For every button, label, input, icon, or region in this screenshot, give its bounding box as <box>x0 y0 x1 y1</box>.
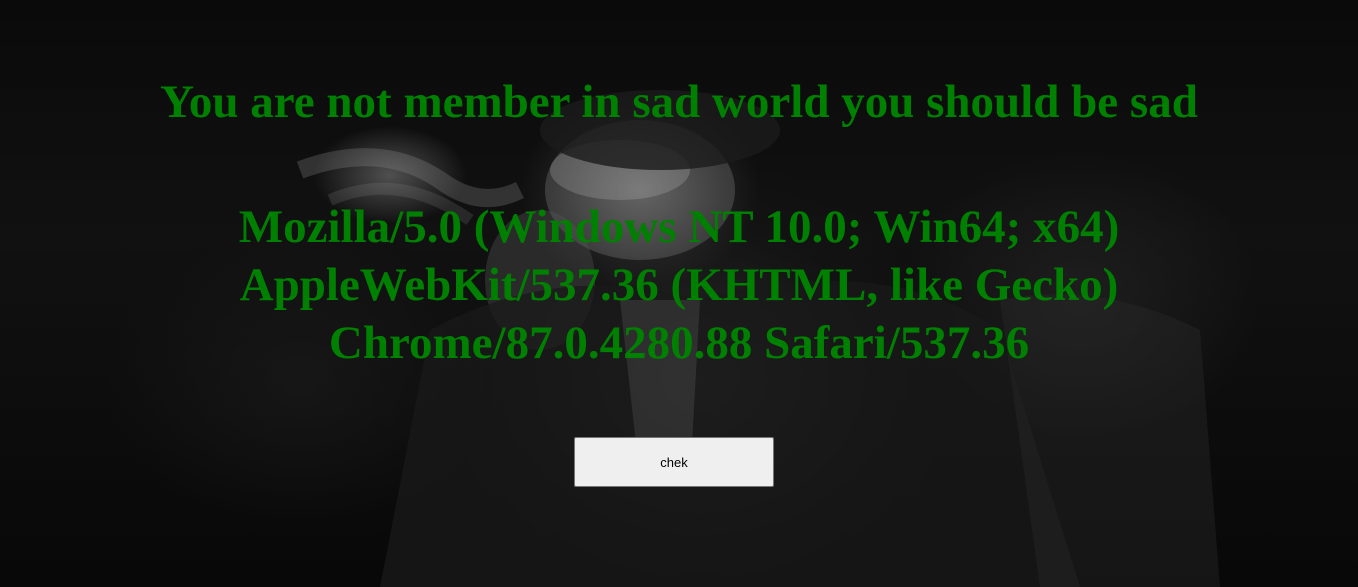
page-title: You are not member in sad world you shou… <box>160 76 1198 128</box>
main-content: You are not member in sad world you shou… <box>0 0 1358 587</box>
user-agent-text: Mozilla/5.0 (Windows NT 10.0; Win64; x64… <box>238 201 1120 369</box>
page: You are not member in sad world you shou… <box>0 0 1358 587</box>
check-button[interactable]: chek <box>574 437 774 487</box>
